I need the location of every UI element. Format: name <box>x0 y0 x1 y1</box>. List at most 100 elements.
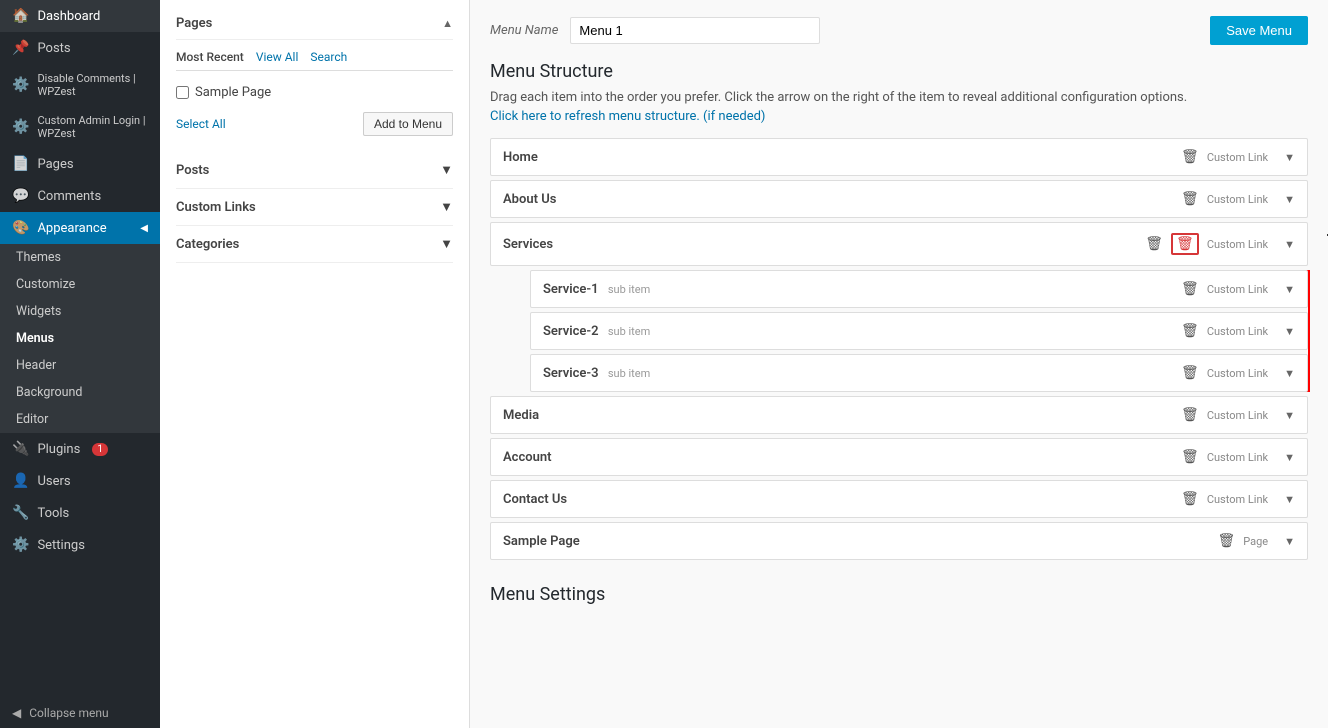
media-delete-icon[interactable]: 🗑 <box>1181 407 1199 423</box>
tab-search[interactable]: Search <box>310 50 347 64</box>
menu-item-about-us[interactable]: About Us 🗑 Custom Link ▼ <box>490 180 1308 218</box>
contact-us-expand-icon[interactable]: ▼ <box>1284 493 1295 506</box>
account-delete-icon[interactable]: 🗑 <box>1181 449 1199 465</box>
menu-refresh-link[interactable]: Click here to refresh menu structure. (i… <box>490 109 1308 124</box>
menu-name-input[interactable] <box>570 17 820 44</box>
sidebar-sub-widgets[interactable]: Widgets <box>0 298 160 325</box>
sidebar-sub-themes[interactable]: Themes <box>0 244 160 271</box>
pages-tabs: Most Recent View All Search <box>176 50 453 71</box>
sidebar-label-appearance: Appearance <box>37 221 106 236</box>
services-type: Custom Link <box>1207 238 1268 251</box>
pages-content: Most Recent View All Search Sample Page … <box>176 40 453 136</box>
service-1-expand-icon[interactable]: ▼ <box>1284 283 1295 296</box>
sidebar-item-pages[interactable]: 📄 Pages <box>0 148 160 180</box>
sidebar-sub-menus[interactable]: Menus <box>0 325 160 352</box>
sidebar-item-custom-admin-login[interactable]: ⚙️ Custom Admin Login | WPZest <box>0 106 160 148</box>
sidebar-label-comments: Comments <box>37 189 101 204</box>
tab-view-all[interactable]: View All <box>256 50 299 64</box>
menu-settings-title: Menu Settings <box>490 584 1308 605</box>
collapse-menu-button[interactable]: ◀ Collapse menu <box>0 698 160 728</box>
sidebar-sub-background[interactable]: Background <box>0 379 160 406</box>
sidebar-label-disable-comments: Disable Comments | WPZest <box>37 72 148 98</box>
add-to-menu-button[interactable]: Add to Menu <box>363 112 453 136</box>
custom-links-section-header[interactable]: Custom Links ▼ <box>176 189 453 226</box>
posts-icon: 📌 <box>12 40 29 56</box>
pages-section-title: Pages <box>176 16 212 31</box>
sidebar-label-tools: Tools <box>37 506 69 521</box>
custom-links-chevron-icon: ▼ <box>440 199 453 215</box>
service-3-expand-icon[interactable]: ▼ <box>1284 367 1295 380</box>
menu-item-contact-us[interactable]: Contact Us 🗑 Custom Link ▼ <box>490 480 1308 518</box>
menu-item-home[interactable]: Home 🗑 Custom Link ▼ <box>490 138 1308 176</box>
contact-us-delete-icon[interactable]: 🗑 <box>1181 491 1199 507</box>
sidebar-label-custom-admin: Custom Admin Login | WPZest <box>37 114 148 140</box>
sidebar-item-posts[interactable]: 📌 Posts <box>0 32 160 64</box>
services-expand-icon[interactable]: ▼ <box>1284 238 1295 251</box>
media-actions: 🗑 Custom Link ▼ <box>1181 407 1295 423</box>
comments-icon: 💬 <box>12 188 29 204</box>
sidebar-item-appearance[interactable]: 🎨 Appearance ◀ <box>0 212 160 244</box>
services-label: Services <box>503 237 1145 252</box>
menu-item-account[interactable]: Account 🗑 Custom Link ▼ <box>490 438 1308 476</box>
contact-us-actions: 🗑 Custom Link ▼ <box>1181 491 1295 507</box>
sidebar-sub-header[interactable]: Header <box>0 352 160 379</box>
service-1-label: Service-1 sub item <box>543 282 1181 297</box>
sample-page-delete-icon[interactable]: 🗑 <box>1217 533 1235 549</box>
tab-most-recent[interactable]: Most Recent <box>176 50 244 64</box>
sidebar-item-dashboard[interactable]: 🏠 Dashboard <box>0 0 160 32</box>
service-1-type: Custom Link <box>1207 283 1268 296</box>
collapse-arrow-icon: ◀ <box>12 706 21 720</box>
service-2-expand-icon[interactable]: ▼ <box>1284 325 1295 338</box>
settings-icon: ⚙️ <box>12 537 29 553</box>
home-label: Home <box>503 150 1181 165</box>
pages-section-header[interactable]: Pages ▲ <box>176 16 453 40</box>
categories-chevron-icon: ▼ <box>440 236 453 252</box>
about-us-delete-icon[interactable]: 🗑 <box>1181 191 1199 207</box>
sidebar-item-comments[interactable]: 💬 Comments <box>0 180 160 212</box>
sample-page-label: Sample Page <box>195 85 271 100</box>
menu-name-row: Menu Name Save Menu <box>490 16 1308 45</box>
save-menu-button[interactable]: Save Menu <box>1210 16 1308 45</box>
categories-section-header[interactable]: Categories ▼ <box>176 226 453 263</box>
categories-title: Categories <box>176 237 239 252</box>
account-actions: 🗑 Custom Link ▼ <box>1181 449 1295 465</box>
services-bulk-delete-icon[interactable]: 🗑 <box>1171 233 1199 255</box>
right-panel: Menu Name Save Menu Menu Structure Drag … <box>470 0 1328 728</box>
service-1-delete-icon[interactable]: 🗑 <box>1181 281 1199 297</box>
services-block: Services 🗑 🗑 Custom Link ▼ Service-1 <box>490 222 1308 392</box>
about-us-expand-icon[interactable]: ▼ <box>1284 193 1295 206</box>
select-all-link[interactable]: Select All <box>176 117 226 131</box>
home-expand-icon[interactable]: ▼ <box>1284 151 1295 164</box>
sample-page-checkbox[interactable] <box>176 86 189 99</box>
home-delete-icon[interactable]: 🗑 <box>1181 149 1199 165</box>
sidebar-item-settings[interactable]: ⚙️ Settings <box>0 529 160 561</box>
sidebar-item-tools[interactable]: 🔧 Tools <box>0 497 160 529</box>
menu-item-service-2[interactable]: Service-2 sub item 🗑 Custom Link ▼ <box>530 312 1308 350</box>
sidebar-sub-editor[interactable]: Editor <box>0 406 160 433</box>
menu-item-service-3[interactable]: Service-3 sub item 🗑 Custom Link ▼ <box>530 354 1308 392</box>
sidebar-item-plugins[interactable]: 🔌 Plugins 1 <box>0 433 160 465</box>
service-2-label: Service-2 sub item <box>543 324 1181 339</box>
account-type: Custom Link <box>1207 451 1268 464</box>
account-expand-icon[interactable]: ▼ <box>1284 451 1295 464</box>
about-us-type: Custom Link <box>1207 193 1268 206</box>
sidebar-item-disable-comments[interactable]: ⚙️ Disable Comments | WPZest <box>0 64 160 106</box>
menu-item-service-1[interactable]: Service-1 sub item 🗑 Custom Link ▼ <box>530 270 1308 308</box>
service-2-actions: 🗑 Custom Link ▼ <box>1181 323 1295 339</box>
service-3-actions: 🗑 Custom Link ▼ <box>1181 365 1295 381</box>
sidebar-label-users: Users <box>37 474 70 489</box>
account-label: Account <box>503 450 1181 465</box>
service-2-delete-icon[interactable]: 🗑 <box>1181 323 1199 339</box>
sidebar-sub-customize[interactable]: Customize <box>0 271 160 298</box>
menu-item-media[interactable]: Media 🗑 Custom Link ▼ <box>490 396 1308 434</box>
services-delete-icon[interactable]: 🗑 <box>1145 236 1163 252</box>
sample-page-expand-icon[interactable]: ▼ <box>1284 535 1295 548</box>
media-label: Media <box>503 408 1181 423</box>
menu-item-sample-page[interactable]: Sample Page 🗑 Page ▼ <box>490 522 1308 560</box>
posts-section-header[interactable]: Posts ▼ <box>176 152 453 189</box>
service-3-delete-icon[interactable]: 🗑 <box>1181 365 1199 381</box>
sidebar-item-users[interactable]: 👤 Users <box>0 465 160 497</box>
media-type: Custom Link <box>1207 409 1268 422</box>
media-expand-icon[interactable]: ▼ <box>1284 409 1295 422</box>
menu-item-services[interactable]: Services 🗑 🗑 Custom Link ▼ <box>490 222 1308 266</box>
